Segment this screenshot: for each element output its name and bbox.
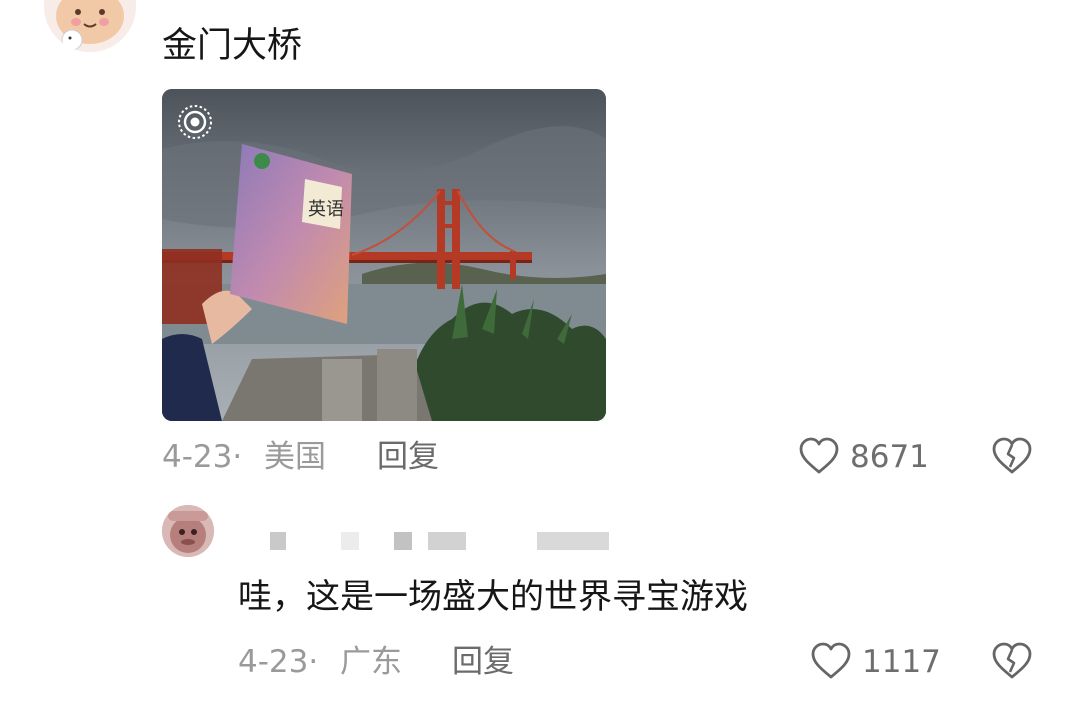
redacted-username (428, 532, 466, 550)
reply-button[interactable]: 回复 (377, 437, 439, 477)
broken-heart-icon (992, 642, 1032, 679)
live-photo-icon (178, 105, 212, 139)
comment-text: 哇，这是一场盛大的世界寻宝游戏 (238, 577, 748, 617)
heart-outline-icon (811, 642, 851, 679)
comment-photo[interactable]: 英语 (162, 89, 606, 421)
date-text: 4-23 (238, 644, 309, 680)
like-button[interactable] (810, 641, 852, 685)
date-text: 4-23 (162, 439, 233, 475)
comment-text: 金门大桥 (162, 26, 303, 66)
redacted-username (537, 532, 609, 550)
separator: · (232, 439, 243, 475)
avatar[interactable] (44, 0, 136, 52)
reply-button[interactable]: 回复 (452, 642, 514, 682)
book-title: 英语 (308, 199, 344, 220)
like-button[interactable] (798, 436, 840, 480)
redacted-username (270, 532, 286, 550)
comment-location: 美国 (264, 439, 326, 475)
dislike-button[interactable] (991, 436, 1033, 480)
golden-gate-photo: 英语 (162, 89, 606, 421)
avatar-illustration (44, 0, 136, 52)
redacted-username (394, 532, 412, 550)
comment-date: 4-23· (162, 437, 242, 477)
broken-heart-icon (992, 437, 1032, 474)
redacted-username (341, 532, 359, 550)
like-count: 8671 (850, 439, 929, 475)
dislike-button[interactable] (991, 641, 1033, 685)
avatar-image (162, 505, 214, 557)
separator: · (308, 644, 319, 680)
like-count: 1117 (862, 644, 941, 680)
avatar[interactable] (162, 505, 214, 557)
comment-date: 4-23· (238, 642, 318, 682)
heart-outline-icon (799, 437, 839, 474)
comment-location: 广东 (340, 644, 402, 680)
